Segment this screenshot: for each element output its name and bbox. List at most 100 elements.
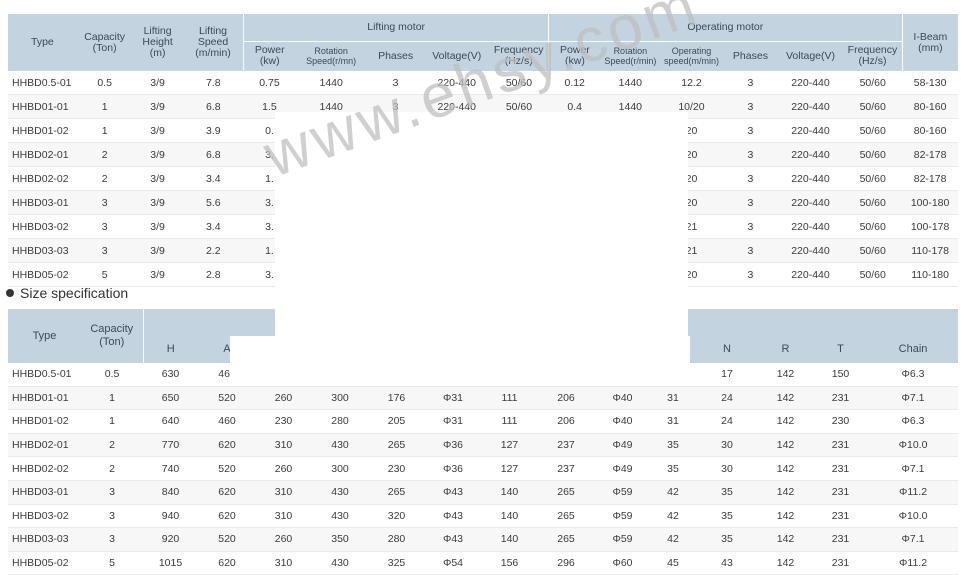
table-cell: 1015 [143,551,198,575]
table-cell: Φ7.1 [868,527,959,552]
table-cell: 127 [482,456,537,481]
col-om-phases: Phases [723,41,778,71]
size-col-header: H [142,335,198,363]
table-cell: 220-440 [777,166,844,191]
table-cell: 45 [650,551,696,575]
table-cell: 3 [81,527,143,552]
table-cell: 3/9 [132,262,183,287]
table-row: HHBD02-01 2 770 620 310 430 265 Φ36 127 237 Φ49 35 3… [8,433,959,458]
table-cell: 127 [482,433,537,458]
table-cell: 12.2 [659,71,724,95]
col-lifting-speed: Lifting Speed (m/min) [182,14,244,71]
table-cell: 620 [198,433,256,458]
table-cell: 2 [81,433,143,458]
table-cell: 740 [143,456,198,481]
col-lm-power: Power (kw) [243,41,296,71]
table-cell: HHBD03-03 [8,527,81,552]
table-cell: Φ59 [595,504,650,529]
table-cell: 80-160 [902,118,958,143]
table-cell: 231 [813,504,868,529]
table-cell: Φ49 [595,433,650,458]
table-cell: 24 [696,386,758,411]
table-cell: 35 [650,456,696,481]
table-row: HHBD05-02 5 1015 620 310 430 325 Φ54 156 296 Φ60 45… [8,551,959,575]
table-cell: 5 [81,551,143,575]
table-cell: 82-178 [902,142,958,167]
table-cell: 142 [758,433,813,458]
table-cell: 24 [696,409,758,434]
table-cell: 3 [723,214,778,239]
table-cell: 43 [696,551,758,575]
table-cell: 3/9 [132,166,183,191]
table-cell: 3 [723,94,778,119]
table-cell: 110-178 [902,238,958,263]
table-cell: 280 [369,527,424,552]
table-cell: 50/60 [843,71,903,95]
table-cell: 205 [369,409,424,434]
table-cell: 42 [650,527,696,552]
table-cell: 3/9 [132,118,183,143]
table-cell: 260 [256,527,311,552]
table-cell: 265 [537,527,595,552]
table-cell: 231 [813,480,868,505]
table-cell: 1 [76,118,133,143]
table-cell: 35 [650,433,696,458]
table-cell: 206 [537,386,595,411]
table-cell: 3 [723,71,778,95]
size-col-header: Chain [868,335,959,363]
table-cell: Φ60 [595,551,650,575]
table-cell: 42 [650,480,696,505]
table-cell: 142 [758,527,813,552]
table-cell: HHBD05-02 [8,262,77,287]
table-cell: 2 [76,166,133,191]
table-cell: 6.8 [182,142,244,167]
table-cell: 142 [758,386,813,411]
table-cell: 6.8 [182,94,244,119]
table-cell: Φ54 [424,551,482,575]
table-cell: Φ11.2 [868,551,959,575]
table-cell: 3 [723,238,778,263]
table-cell: 2.2 [182,238,244,263]
table-cell: 2 [81,456,143,481]
table-cell: 142 [758,504,813,529]
table-cell: 3 [723,142,778,167]
table-cell: 230 [369,456,424,481]
table-cell: Φ6.3 [868,409,959,434]
col-capacity: Capacity (Ton) [81,309,143,363]
table-cell: 840 [143,480,198,505]
table-cell: HHBD01-02 [8,409,81,434]
table-cell: 260 [256,386,311,411]
table-cell: Φ59 [595,527,650,552]
col-type: Type [8,14,77,71]
table-cell: 150 [813,363,868,387]
table-cell: HHBD03-02 [8,504,81,529]
table-cell: HHBD03-01 [8,190,77,215]
table-cell: 231 [813,386,868,411]
table-cell: 265 [369,433,424,458]
table-cell: 231 [813,551,868,575]
table-cell: 220-440 [777,262,844,287]
table-cell: 5.6 [182,190,244,215]
table-cell: 142 [758,480,813,505]
table-cell: 0.5 [76,71,133,95]
table-row: HHBD01-02 1 640 460 230 280 205 Φ31 111 206 Φ40 31 2… [8,409,959,434]
col-ibeam: I-Beam (mm) [901,14,958,71]
table-cell: 5 [76,262,133,287]
table-cell: 82-178 [902,166,958,191]
masked-region [230,336,690,380]
table-cell: 231 [813,456,868,481]
table-cell: 310 [256,504,311,529]
table-cell: 3/9 [132,142,183,167]
size-table-body: HHBD0.5-010.5630460517142150Φ6.3HHBD01-0… [8,363,959,575]
table-cell: 30 [696,456,758,481]
table-cell: Φ10.0 [868,433,959,458]
table-cell: 3.4 [182,166,244,191]
table-cell: 3/9 [132,71,183,95]
table-cell: 310 [256,551,311,575]
table-cell: 220-440 [777,190,844,215]
table-row: HHBD03-01 3 840 620 310 430 265 Φ43 140 265 Φ59 42 3… [8,480,959,505]
table-cell: 50/60 [843,166,903,191]
size-col-header: N [696,335,758,363]
table-cell: Φ40 [595,386,650,411]
table-cell: 3 [723,118,778,143]
